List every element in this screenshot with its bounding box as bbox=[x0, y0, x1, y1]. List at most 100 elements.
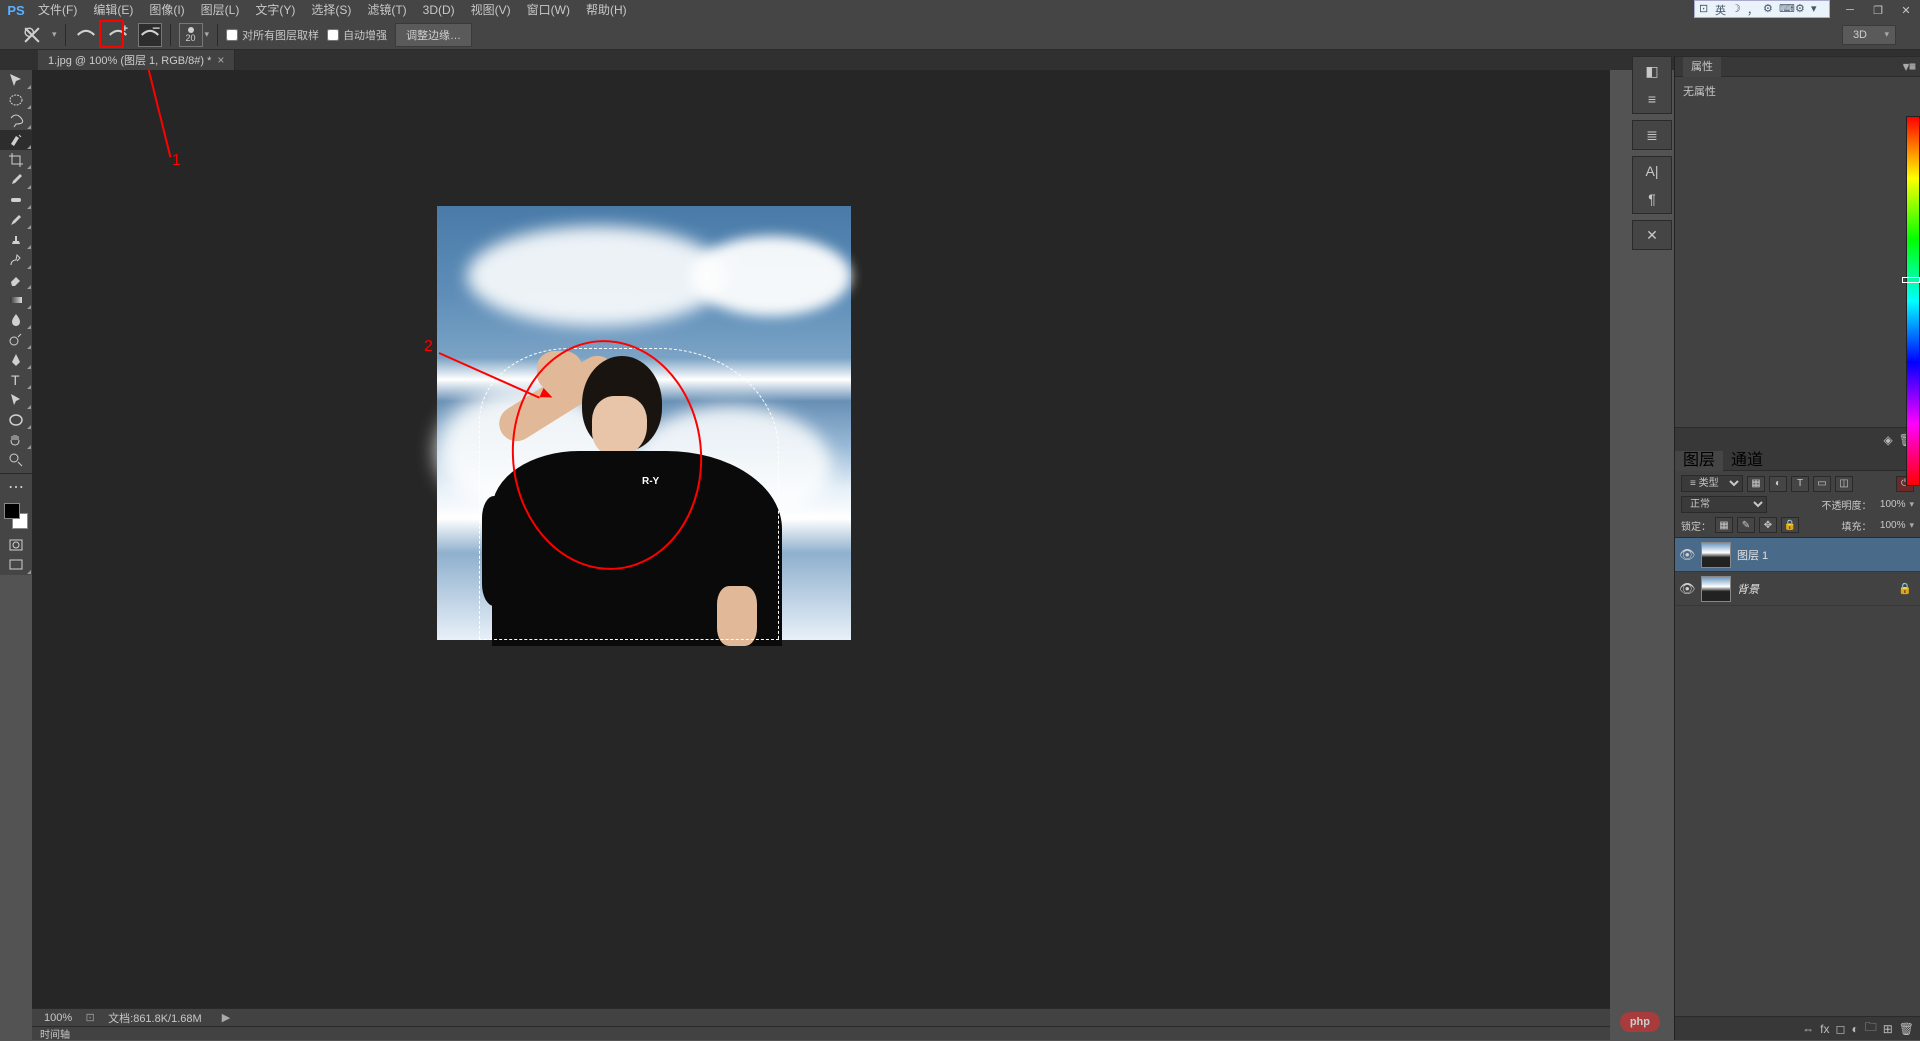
layers-list[interactable]: 👁 图层 1 👁 背景 🔒 bbox=[1675, 538, 1920, 1016]
ime-settings-icon[interactable]: ⚙ bbox=[1795, 2, 1809, 16]
ime-softkeyboard[interactable]: ⚙ bbox=[1763, 2, 1777, 16]
brush-size-picker[interactable]: 20 ▾ bbox=[179, 23, 210, 47]
edit-toolbar-icon[interactable]: ⋯ bbox=[0, 477, 32, 497]
dodge-tool[interactable] bbox=[0, 330, 32, 350]
layer-filter-select[interactable]: ≡ 类型 bbox=[1681, 475, 1743, 492]
fill-value[interactable]: 100% bbox=[1875, 520, 1905, 531]
color-swatches[interactable] bbox=[0, 501, 32, 531]
lock-icon[interactable]: 🔒 bbox=[1898, 582, 1912, 595]
color-hue-strip[interactable] bbox=[1906, 116, 1920, 486]
layer-thumbnail[interactable] bbox=[1701, 542, 1731, 568]
layer-thumbnail[interactable] bbox=[1701, 576, 1731, 602]
filter-shape-icon[interactable]: ▭ bbox=[1813, 476, 1831, 492]
adjustments-panel-icon[interactable]: ✕ bbox=[1633, 221, 1671, 249]
color-hue-cursor[interactable] bbox=[1902, 277, 1920, 283]
menu-window[interactable]: 窗口(W) bbox=[519, 0, 578, 20]
document-canvas[interactable]: R-Y bbox=[437, 206, 851, 640]
new-layer-icon[interactable]: ⊞ bbox=[1883, 1022, 1893, 1036]
quick-mask-toggle[interactable] bbox=[0, 535, 32, 555]
history-brush-tool[interactable] bbox=[0, 250, 32, 270]
doc-size-info[interactable]: 文档:861.8K/1.68M bbox=[108, 1010, 202, 1026]
menu-view[interactable]: 视图(V) bbox=[463, 0, 519, 20]
lock-position-icon[interactable]: ✥ bbox=[1759, 517, 1777, 533]
ime-dropdown-icon[interactable]: ▾ bbox=[1811, 2, 1825, 16]
clone-stamp-tool[interactable] bbox=[0, 230, 32, 250]
menu-image[interactable]: 图像(I) bbox=[141, 0, 192, 20]
brush-preview-icon[interactable]: 20 bbox=[179, 23, 203, 47]
layer-mask-icon[interactable]: ◻ bbox=[1835, 1022, 1845, 1036]
ime-language-bar[interactable]: ⊡ 英 ☽ ， ⚙ ⌨ ⚙ ▾ bbox=[1694, 0, 1830, 18]
visibility-toggle-icon[interactable]: 👁 bbox=[1679, 547, 1695, 563]
type-tool[interactable]: T bbox=[0, 370, 32, 390]
new-selection-icon[interactable] bbox=[74, 23, 98, 47]
status-menu-arrow-icon[interactable]: ▶ bbox=[222, 1011, 230, 1024]
auto-enhance-input[interactable] bbox=[327, 29, 339, 41]
subtract-selection-icon[interactable] bbox=[138, 23, 162, 47]
ime-mode[interactable]: 英 bbox=[1715, 2, 1729, 16]
styles-panel-icon[interactable]: ¶ bbox=[1633, 185, 1671, 213]
layer-name[interactable]: 背景 bbox=[1737, 581, 1759, 597]
layer-style-icon[interactable]: fx bbox=[1820, 1022, 1829, 1036]
lock-all-icon[interactable]: 🔒 bbox=[1781, 517, 1799, 533]
filter-smart-icon[interactable]: ◫ bbox=[1835, 476, 1853, 492]
layers-tab[interactable]: 图层 bbox=[1675, 451, 1723, 471]
canvas-area[interactable]: R-Y 1 2 bbox=[32, 70, 1610, 1008]
chevron-down-icon[interactable]: ▾ bbox=[1909, 499, 1914, 510]
menu-select[interactable]: 选择(S) bbox=[303, 0, 359, 20]
adjustment-layer-icon[interactable]: ◐ bbox=[1851, 1022, 1858, 1036]
lasso-tool[interactable] bbox=[0, 110, 32, 130]
lock-transparency-icon[interactable]: ▦ bbox=[1715, 517, 1733, 533]
document-tab[interactable]: 1.jpg @ 100% (图层 1, RGB/8#) * × bbox=[38, 50, 235, 70]
menu-edit[interactable]: 编辑(E) bbox=[85, 0, 141, 20]
auto-enhance-checkbox[interactable]: 自动增强 bbox=[327, 27, 387, 43]
history-panel-icon[interactable]: ◧ bbox=[1633, 57, 1671, 85]
add-selection-icon[interactable] bbox=[106, 23, 130, 47]
refine-edge-button[interactable]: 调整边缘… bbox=[395, 23, 472, 47]
panel-footer-icon[interactable]: ◈ bbox=[1884, 433, 1893, 447]
quick-selection-tool[interactable] bbox=[0, 130, 32, 150]
menu-type[interactable]: 文字(Y) bbox=[247, 0, 303, 20]
menu-help[interactable]: 帮助(H) bbox=[578, 0, 635, 20]
close-button[interactable]: ✕ bbox=[1892, 0, 1920, 20]
eraser-tool[interactable] bbox=[0, 270, 32, 290]
menu-layer[interactable]: 图层(L) bbox=[193, 0, 248, 20]
layer-row[interactable]: 👁 背景 🔒 bbox=[1675, 572, 1920, 606]
layer-row[interactable]: 👁 图层 1 bbox=[1675, 538, 1920, 572]
chevron-down-icon[interactable]: ▾ bbox=[205, 29, 210, 40]
timeline-bar[interactable]: 时间轴 bbox=[32, 1026, 1610, 1040]
trash-icon[interactable]: 🗑 bbox=[1899, 1022, 1914, 1036]
link-layers-icon[interactable]: ⇔ bbox=[1802, 1022, 1814, 1036]
zoom-level[interactable]: 100% bbox=[44, 1012, 72, 1024]
marquee-tool[interactable] bbox=[0, 90, 32, 110]
blur-tool[interactable] bbox=[0, 310, 32, 330]
shape-tool[interactable] bbox=[0, 410, 32, 430]
gradient-tool[interactable] bbox=[0, 290, 32, 310]
panel-menu-icon[interactable]: ▾≡ bbox=[1903, 59, 1916, 73]
foreground-color-swatch[interactable] bbox=[4, 503, 20, 519]
maximize-button[interactable]: ❐ bbox=[1864, 0, 1892, 20]
menu-file[interactable]: 文件(F) bbox=[30, 0, 85, 20]
path-selection-tool[interactable] bbox=[0, 390, 32, 410]
ime-punct[interactable]: ， bbox=[1747, 2, 1761, 16]
workspace-selector[interactable]: 3D ▾ bbox=[1842, 25, 1896, 45]
zoom-tool[interactable] bbox=[0, 450, 32, 470]
sample-all-layers-input[interactable] bbox=[226, 29, 238, 41]
move-tool[interactable] bbox=[0, 70, 32, 90]
layer-name[interactable]: 图层 1 bbox=[1737, 547, 1768, 563]
pen-tool[interactable] bbox=[0, 350, 32, 370]
chevron-down-icon[interactable]: ▾ bbox=[1909, 520, 1914, 531]
ime-shape[interactable]: ☽ bbox=[1731, 2, 1745, 16]
properties-tab[interactable]: 属性 bbox=[1683, 57, 1721, 77]
filter-type-icon[interactable]: T bbox=[1791, 476, 1809, 492]
minimize-button[interactable]: ─ bbox=[1836, 0, 1864, 20]
hand-tool[interactable] bbox=[0, 430, 32, 450]
menu-filter[interactable]: 滤镜(T) bbox=[359, 0, 414, 20]
ime-icon[interactable]: ⊡ bbox=[1699, 2, 1713, 16]
paragraph-panel-icon[interactable]: A| bbox=[1633, 157, 1671, 185]
character-panel-icon[interactable]: ≣ bbox=[1633, 121, 1671, 149]
sample-all-layers-checkbox[interactable]: 对所有图层取样 bbox=[226, 27, 319, 43]
actions-panel-icon[interactable]: ≡ bbox=[1633, 85, 1671, 113]
screen-mode-toggle[interactable] bbox=[0, 555, 32, 575]
crop-tool[interactable] bbox=[0, 150, 32, 170]
eyedropper-tool[interactable] bbox=[0, 170, 32, 190]
